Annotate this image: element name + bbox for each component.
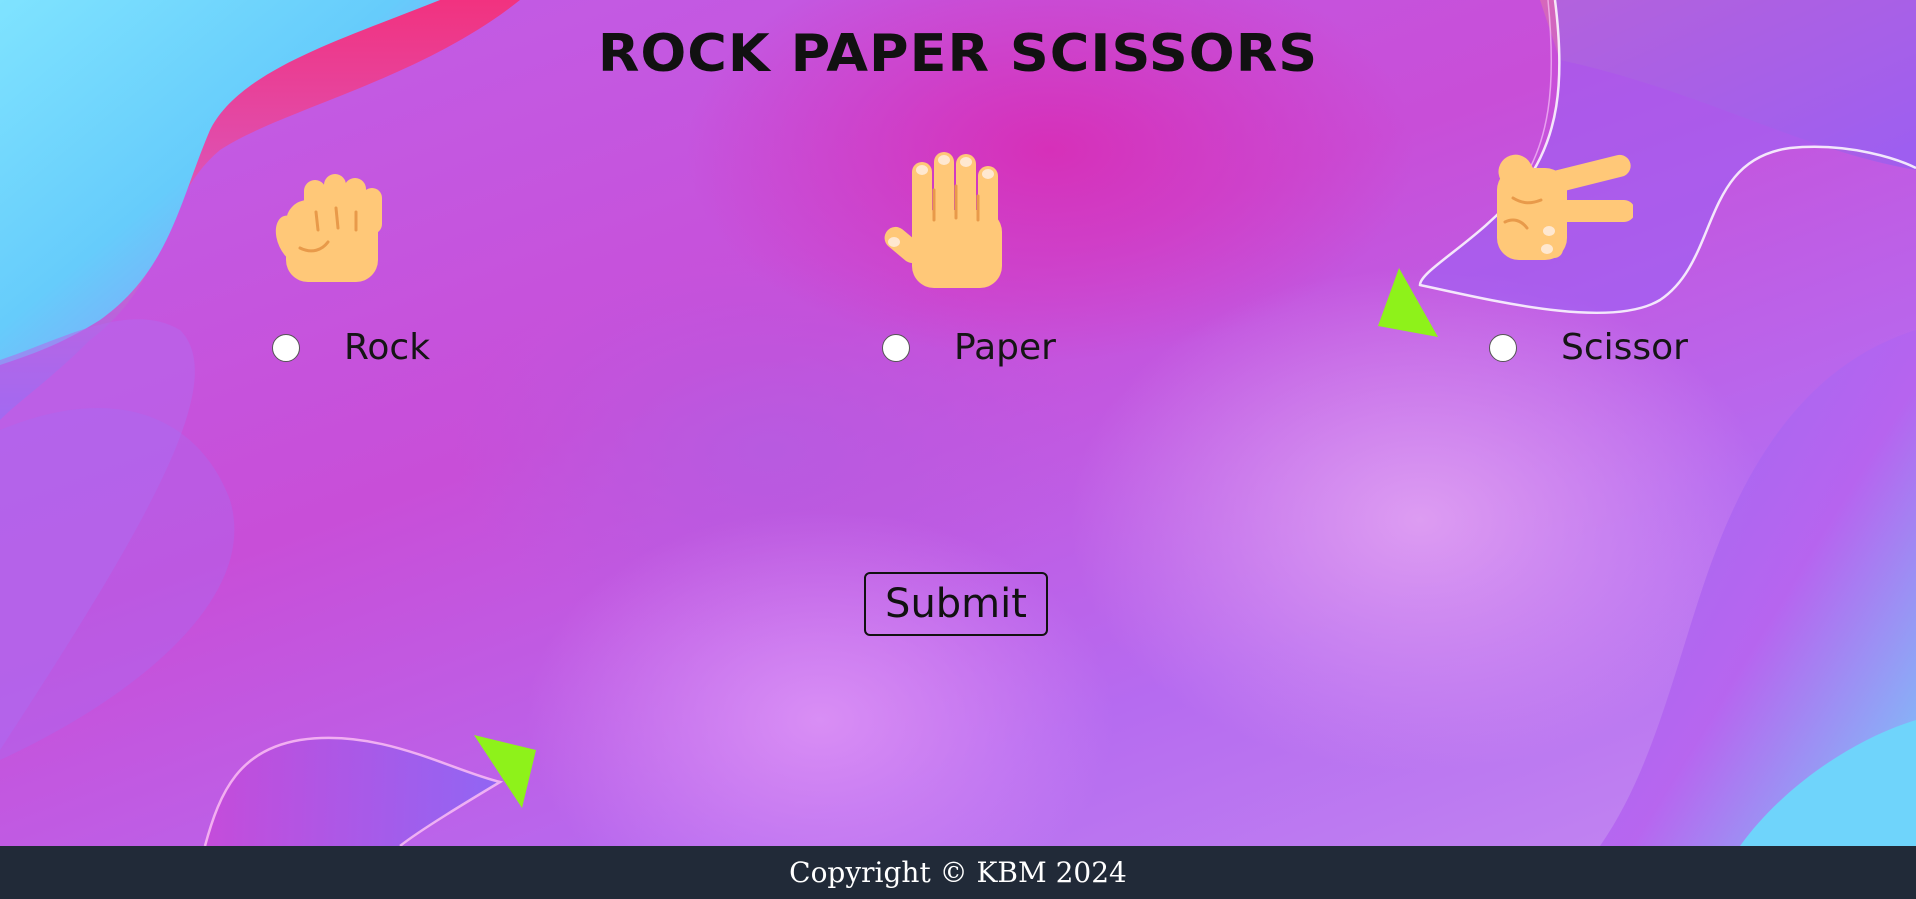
background-art: [0, 0, 1916, 847]
page-title: ROCK PAPER SCISSORS: [597, 23, 1319, 84]
paper-radio[interactable]: [882, 334, 910, 362]
copyright-text: Copyright © KBM 2024: [789, 856, 1127, 889]
footer: Copyright © KBM 2024: [0, 846, 1916, 899]
scissor-radio[interactable]: [1489, 334, 1517, 362]
paper-label: Paper: [954, 327, 1056, 368]
rock-label: Rock: [344, 327, 431, 368]
scissor-label: Scissor: [1561, 327, 1688, 368]
fist-hand-icon: [272, 150, 422, 310]
open-hand-icon: [882, 150, 1032, 310]
rock-radio[interactable]: [272, 334, 300, 362]
victory-hand-icon: [1489, 150, 1639, 310]
submit-button[interactable]: Submit: [864, 572, 1048, 636]
